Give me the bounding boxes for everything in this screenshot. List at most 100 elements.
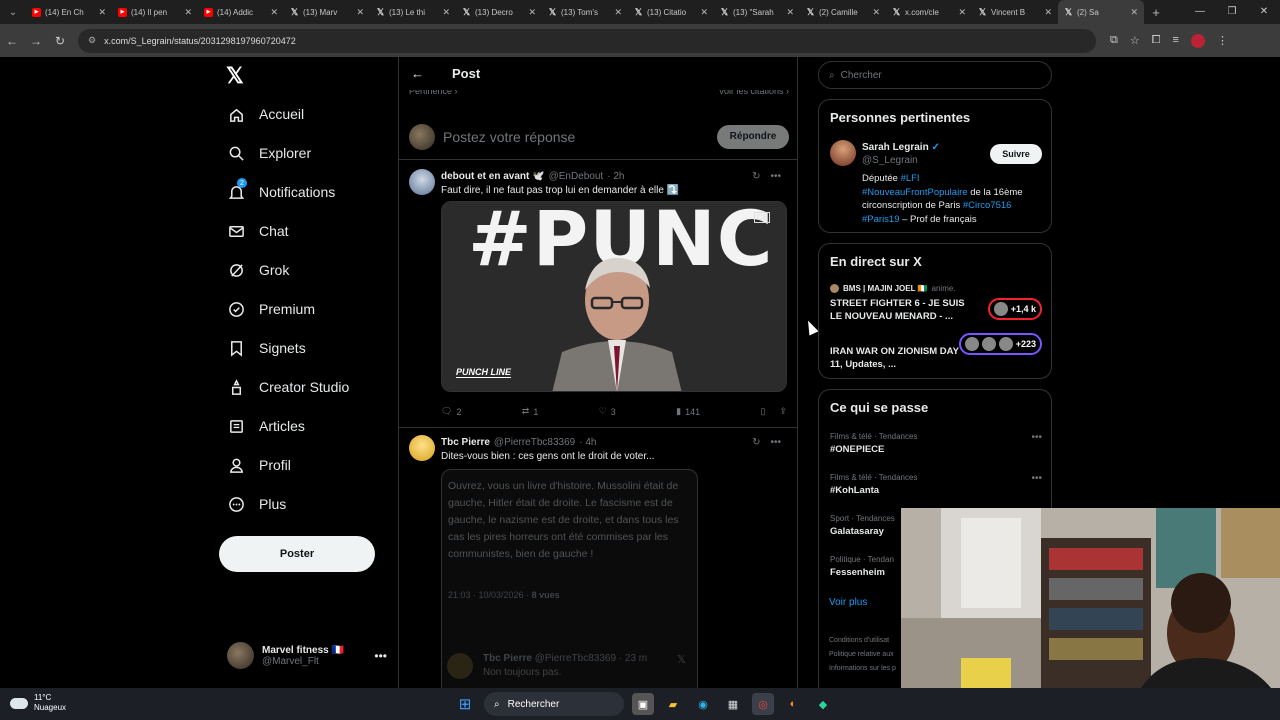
trend-item[interactable]: Films & télé · Tendances #KohLanta •••	[830, 473, 1042, 496]
profile-avatar[interactable]	[1190, 33, 1205, 48]
back-arrow-icon[interactable]: ←	[411, 66, 424, 81]
live-item[interactable]: IRAN WAR ON ZIONISM DAY 11, Updates, ...…	[830, 333, 1042, 371]
share-icon[interactable]: ⇪	[779, 406, 787, 417]
more-dots-icon[interactable]: •••	[1031, 473, 1042, 484]
more-dots-icon[interactable]: •••	[770, 171, 781, 182]
sidebar-icon[interactable]: ≡	[1173, 34, 1179, 48]
reply-input[interactable]: Postez votre réponse	[443, 129, 709, 145]
browser-tab[interactable]: 𝕏x.com/cle ✕	[886, 0, 972, 24]
close-tab-icon[interactable]: ✕	[700, 7, 708, 18]
star-icon[interactable]: ☆	[1130, 34, 1140, 48]
chrome-icon[interactable]: ◎	[752, 693, 774, 715]
menu-icon[interactable]: ⋮	[1217, 34, 1228, 48]
video-player[interactable]: #PUNC C8 PUNCH LINE	[441, 201, 787, 392]
trend-item[interactable]: Films & télé · Tendances #ONEPIECE •••	[830, 432, 1042, 455]
nav-item-plus[interactable]: Plus	[227, 495, 286, 513]
close-tab-icon[interactable]: ✕	[356, 7, 364, 18]
reply-button[interactable]: Répondre	[717, 124, 789, 149]
nav-item-grok[interactable]: Grok	[227, 261, 289, 279]
browser-tab[interactable]: 𝕏 (13) Marv ✕	[284, 0, 370, 24]
reply-action[interactable]: 🗨 2	[441, 406, 461, 417]
nav-item-signets[interactable]: Signets	[227, 339, 306, 357]
follow-button[interactable]: Suivre	[990, 144, 1042, 164]
close-window-icon[interactable]: ✕	[1248, 0, 1280, 24]
repost-action[interactable]: ⇄ 1	[522, 406, 539, 417]
hashtag-link[interactable]: #Paris19	[862, 214, 900, 225]
see-more-link[interactable]: Voir plus	[829, 597, 867, 608]
close-tab-icon[interactable]: ✕	[1130, 7, 1138, 18]
x-logo-icon[interactable]: 𝕏	[226, 63, 244, 89]
browser-tab[interactable]: 𝕏 (13) "Sarah ✕	[714, 0, 800, 24]
account-switcher[interactable]: Marvel fitness 🇫🇷 @Marvel_Flt •••	[227, 642, 387, 669]
search-input[interactable]: ⌕ Chercher	[818, 61, 1052, 89]
nav-item-articles[interactable]: Articles	[227, 417, 305, 435]
reply-tweet[interactable]: Tbc Pierre @PierreTbc83369 · 4h ↻ ••• Di…	[399, 435, 797, 688]
footer-link[interactable]: Politique relative aux	[829, 651, 894, 658]
nav-item-premium[interactable]: Premium	[227, 300, 315, 318]
browser-tab[interactable]: 𝕏 (13) Citatio ✕	[628, 0, 714, 24]
taskbar-search[interactable]: ⌕ Rechercher	[484, 692, 624, 716]
tab-search-icon[interactable]: ⌄	[0, 0, 26, 24]
close-tab-icon[interactable]: ✕	[786, 7, 794, 18]
site-info-icon[interactable]: ⚙	[88, 35, 96, 46]
close-tab-icon[interactable]: ✕	[270, 7, 278, 18]
browser-tab[interactable]: 𝕏 (2) Sa ✕	[1058, 0, 1144, 24]
hashtag-link[interactable]: #LFI	[901, 173, 920, 184]
post-button[interactable]: Poster	[219, 536, 375, 572]
edge-icon[interactable]: ◉	[692, 693, 714, 715]
author-name[interactable]: debout et en avant 🕊️	[441, 171, 545, 182]
nav-item-accueil[interactable]: Accueil	[227, 105, 304, 123]
app-icon[interactable]: ◆	[812, 693, 834, 715]
footer-link[interactable]: Informations sur les p	[829, 665, 896, 672]
install-icon[interactable]: ⧉	[1110, 34, 1118, 48]
author-handle[interactable]: @PierreTbc83369	[494, 437, 575, 448]
close-tab-icon[interactable]: ✕	[1044, 7, 1052, 18]
browser-tab[interactable]: ▶ (14) Il pen ✕	[112, 0, 198, 24]
more-dots-icon[interactable]: •••	[374, 649, 387, 663]
more-dots-icon[interactable]: •••	[1031, 432, 1042, 443]
extensions-icon[interactable]: ⧠	[1152, 34, 1161, 48]
forward-arrow-icon[interactable]: →	[24, 34, 48, 48]
grok-icon[interactable]: ↻	[752, 171, 760, 182]
minimize-icon[interactable]: —	[1184, 0, 1216, 24]
grok-icon[interactable]: ↻	[752, 437, 760, 448]
task-view-icon[interactable]: ▣	[632, 693, 654, 715]
close-tab-icon[interactable]: ✕	[958, 7, 966, 18]
nav-item-profil[interactable]: Profil	[227, 456, 291, 474]
close-tab-icon[interactable]: ✕	[872, 7, 880, 18]
maximize-icon[interactable]: ❐	[1216, 0, 1248, 24]
hashtag-link[interactable]: #Circo7516	[963, 200, 1012, 211]
browser-tab[interactable]: ▶ (14) En Ch ✕	[26, 0, 112, 24]
back-arrow-icon[interactable]: ←	[0, 34, 24, 48]
browser-tab[interactable]: 𝕏 (2) Camille ✕	[800, 0, 886, 24]
bookmark-action[interactable]: ▯ ⇪	[760, 406, 787, 417]
close-tab-icon[interactable]: ✕	[184, 7, 192, 18]
browser-tab[interactable]: 𝕏 Vincent B ✕	[972, 0, 1058, 24]
close-tab-icon[interactable]: ✕	[528, 7, 536, 18]
more-dots-icon[interactable]: •••	[770, 437, 781, 448]
browser-tab[interactable]: ▶ (14) Addic ✕	[198, 0, 284, 24]
windows-start-icon[interactable]: ⊞	[454, 693, 476, 715]
browser-tab[interactable]: 𝕏 (13) Tom's ✕	[542, 0, 628, 24]
new-tab-button[interactable]: +	[1144, 5, 1168, 20]
nav-item-chat[interactable]: Chat	[227, 222, 289, 240]
like-action[interactable]: ♡ 3	[599, 406, 616, 417]
nav-item-creator-studio[interactable]: Creator Studio	[227, 378, 349, 396]
close-tab-icon[interactable]: ✕	[98, 7, 106, 18]
store-icon[interactable]: ▦	[722, 693, 744, 715]
close-tab-icon[interactable]: ✕	[442, 7, 450, 18]
author-handle[interactable]: @EnDebout	[549, 171, 604, 182]
nav-item-notifications[interactable]: 2 Notifications	[227, 178, 335, 201]
browser-tab[interactable]: 𝕏 (13) Decro ✕	[456, 0, 542, 24]
firefox-icon[interactable]: ◐	[782, 693, 804, 715]
footer-link[interactable]: Conditions d'utilisat	[829, 637, 889, 644]
hashtag-link[interactable]: #NouveauFrontPopulaire	[862, 187, 968, 198]
close-tab-icon[interactable]: ✕	[614, 7, 622, 18]
nav-item-explorer[interactable]: Explorer	[227, 144, 311, 162]
url-field[interactable]: ⚙ x.com/S_Legrain/status/203129819796072…	[78, 28, 1096, 53]
reply-tweet[interactable]: debout et en avant 🕊️ @EnDebout · 2h ↻ •…	[399, 169, 797, 419]
browser-tab[interactable]: 𝕏 (13) Le thi ✕	[370, 0, 456, 24]
reload-icon[interactable]: ↻	[48, 34, 72, 48]
weather-widget[interactable]: 11°C Nuageux	[10, 693, 66, 713]
views-action[interactable]: ▮ 141	[676, 406, 700, 417]
